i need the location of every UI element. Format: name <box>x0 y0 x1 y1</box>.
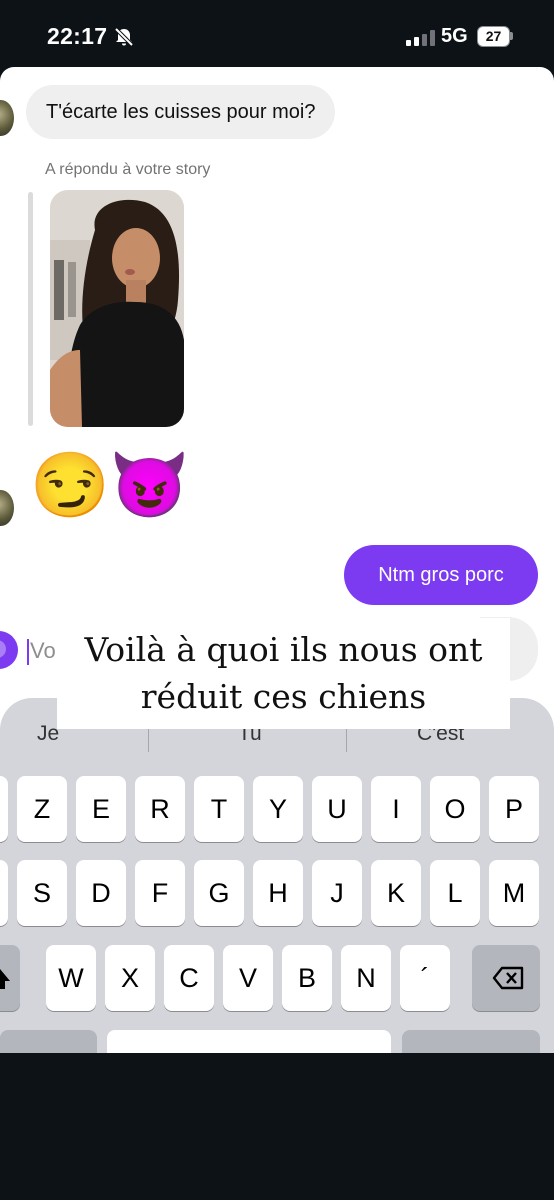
keyboard: Je Tu C'est Z E R T Y U I O P S D F G H … <box>0 698 554 1053</box>
contact-avatar[interactable] <box>0 490 14 526</box>
shift-arrow-icon <box>0 969 10 989</box>
key-k[interactable]: K <box>371 860 421 926</box>
key-o[interactable]: O <box>430 776 480 842</box>
key-h[interactable]: H <box>253 860 303 926</box>
battery-icon: 27 <box>477 26 513 47</box>
camera-icon[interactable] <box>0 631 18 669</box>
space-key[interactable] <box>107 1030 391 1053</box>
key-a-partial[interactable] <box>0 776 8 842</box>
status-bar: 22:17 5G 27 <box>0 0 554 68</box>
story-photo-image <box>50 190 184 427</box>
overlay-caption: Voilà à quoi ils nous ont réduit ces chi… <box>57 618 510 729</box>
message-input[interactable]: Vo <box>30 638 56 664</box>
story-reply-caption: A répondu à votre story <box>45 161 211 178</box>
key-i[interactable]: I <box>371 776 421 842</box>
numbers-key[interactable] <box>0 1030 97 1053</box>
key-v[interactable]: V <box>223 945 273 1011</box>
cellular-signal-icon <box>406 30 436 46</box>
backspace-key[interactable] <box>472 945 540 1011</box>
overlay-caption-line2: réduit ces chiens <box>140 677 427 716</box>
suggestion-divider <box>346 726 347 752</box>
emoji-message[interactable]: 😏😈 <box>30 443 189 527</box>
key-f[interactable]: F <box>135 860 185 926</box>
key-q-partial[interactable] <box>0 860 8 926</box>
key-acute-accent[interactable]: ´ <box>400 945 450 1011</box>
key-y[interactable]: Y <box>253 776 303 842</box>
key-m[interactable]: M <box>489 860 539 926</box>
return-key[interactable] <box>402 1030 540 1053</box>
shift-key[interactable] <box>0 945 20 1011</box>
bell-muted-icon <box>114 27 134 47</box>
key-r[interactable]: R <box>135 776 185 842</box>
key-g[interactable]: G <box>194 860 244 926</box>
key-w[interactable]: W <box>46 945 96 1011</box>
outgoing-message-bubble[interactable]: Ntm gros porc <box>344 545 538 605</box>
key-e[interactable]: E <box>76 776 126 842</box>
battery-level: 27 <box>485 28 502 44</box>
contact-avatar[interactable] <box>0 100 14 136</box>
network-type: 5G <box>441 25 468 47</box>
backspace-icon <box>492 966 524 990</box>
story-thumbnail[interactable] <box>50 190 184 427</box>
status-time: 22:17 <box>47 23 108 49</box>
story-reply-bar <box>28 192 33 426</box>
overlay-caption-line1: Voilà à quoi ils nous ont <box>84 630 483 669</box>
key-j[interactable]: J <box>312 860 362 926</box>
key-b[interactable]: B <box>282 945 332 1011</box>
key-p[interactable]: P <box>489 776 539 842</box>
text-cursor <box>27 639 29 665</box>
key-d[interactable]: D <box>76 860 126 926</box>
suggestion-je[interactable]: Je <box>37 722 59 746</box>
key-t[interactable]: T <box>194 776 244 842</box>
incoming-message-bubble[interactable]: T'écarte les cuisses pour moi? <box>26 85 336 139</box>
key-s[interactable]: S <box>17 860 67 926</box>
key-c[interactable]: C <box>164 945 214 1011</box>
suggestion-divider <box>148 726 149 752</box>
key-l[interactable]: L <box>430 860 480 926</box>
key-z[interactable]: Z <box>17 776 67 842</box>
key-n[interactable]: N <box>341 945 391 1011</box>
key-u[interactable]: U <box>312 776 362 842</box>
key-x[interactable]: X <box>105 945 155 1011</box>
